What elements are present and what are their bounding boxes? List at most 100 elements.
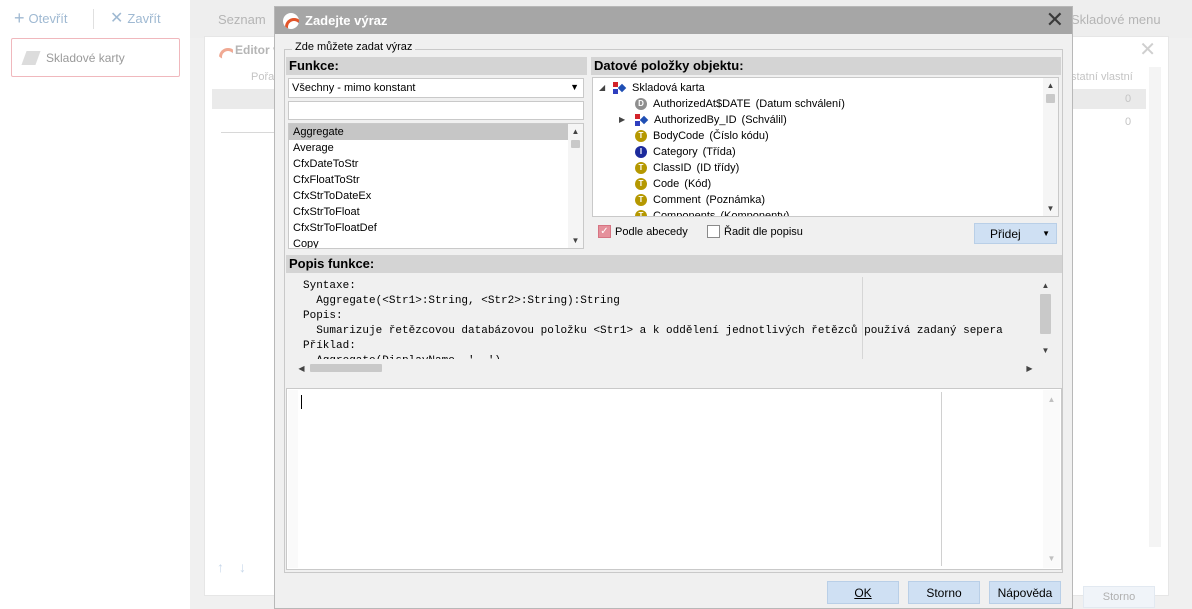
tree-item[interactable]: D AuthorizedAt$DATE (Datum schválení) — [599, 96, 1058, 112]
field-type-t-icon: T — [635, 130, 647, 142]
function-search-input[interactable] — [288, 101, 584, 120]
tree-item-desc: (Číslo kódu) — [709, 130, 769, 142]
functions-section: Funkce: Všechny - mimo konstant ▼ Aggreg… — [286, 57, 587, 251]
scroll-up-icon[interactable]: ▲ — [569, 125, 582, 138]
desc-scroll-up-icon[interactable]: ▲ — [1039, 279, 1052, 292]
object-icon — [613, 81, 627, 95]
help-button[interactable]: Nápověda — [989, 581, 1061, 604]
tree-item-name: AuthorizedAt$DATE — [653, 98, 751, 110]
tree-item[interactable]: T ClassID (ID třídy) — [599, 160, 1058, 176]
tree-children: D AuthorizedAt$DATE (Datum schválení) ▶ Auth… — [599, 96, 1058, 217]
desc-hscroll-thumb[interactable] — [310, 364, 382, 372]
sort-alpha-checkbox[interactable]: ✓ Podle abecedy — [598, 225, 688, 238]
tree-item[interactable]: T Comment (Poznámka) — [599, 192, 1058, 208]
field-type-t-icon: T — [635, 162, 647, 174]
desc-scroll-right-icon[interactable]: ▶ — [1023, 362, 1036, 375]
tree-item[interactable]: T BodyCode (Číslo kódu) — [599, 128, 1058, 144]
expression-editor[interactable]: ▲ ▼ — [286, 388, 1062, 570]
tree-root[interactable]: ◢ Skladová karta — [599, 80, 1058, 96]
function-list: Aggregate Average CfxDateToStr CfxFloatToSt… — [288, 123, 584, 249]
desc-vscroll-thumb[interactable] — [1040, 294, 1051, 334]
field-type-t-icon: T — [635, 194, 647, 206]
editor-scrollbar[interactable]: ▲ ▼ — [1043, 390, 1060, 568]
tree-item-desc: (Poznámka) — [705, 194, 765, 206]
tree-item[interactable]: I Category (Třída) — [599, 144, 1058, 160]
move-down-icon[interactable]: ↓ — [239, 559, 246, 575]
column-order: Pořa — [251, 71, 275, 83]
stock-cards-icon — [21, 50, 41, 65]
description-header: Popis funkce: — [286, 255, 1062, 273]
dialog-title-bar: Zadejte výraz ✕ — [275, 7, 1072, 34]
editor-close-icon[interactable]: ✕ — [1139, 37, 1156, 62]
description-line: Příklad: — [303, 340, 356, 352]
function-item[interactable]: CfxStrToFloat — [289, 204, 570, 220]
description-line: Popis: — [303, 310, 343, 322]
dialog-title: Zadejte výraz — [305, 13, 388, 28]
tree-content: ◢ Skladová karta D AuthorizedAt$DATE (Datu… — [593, 78, 1058, 217]
scroll-down-icon[interactable]: ▼ — [569, 234, 582, 247]
add-button[interactable]: Přidej ▼ — [974, 223, 1057, 244]
tree-item[interactable]: ▶ AuthorizedBy_ID (Schválil) — [599, 112, 1058, 128]
tree-item-name: Category — [653, 146, 698, 158]
editor-cancel-button[interactable]: Storno — [1083, 586, 1155, 608]
function-filter-select[interactable]: Všechny - mimo konstant ▼ — [288, 78, 584, 98]
close-button[interactable]: ✕ Zavřít — [110, 9, 161, 27]
column-custom: statní vlastní — [1071, 71, 1133, 83]
function-item[interactable]: CfxStrToFloatDef — [289, 220, 570, 236]
stock-cards-label: Skladové karty — [46, 50, 125, 65]
editor-scroll-down-icon[interactable]: ▼ — [1045, 552, 1058, 565]
editor-scroll-up-icon[interactable]: ▲ — [1045, 393, 1058, 406]
function-list-scrollbar[interactable]: ▲ ▼ — [568, 124, 583, 248]
function-item[interactable]: Aggregate — [289, 124, 570, 140]
stock-cards-tile[interactable]: Skladové karty — [11, 38, 180, 77]
tree-item-desc: (Kód) — [684, 178, 712, 190]
cancel-button[interactable]: Storno — [908, 581, 980, 604]
desc-scroll-down-icon[interactable]: ▼ — [1039, 344, 1052, 357]
field-type-t-icon: T — [635, 210, 647, 216]
move-up-icon[interactable]: ↑ — [217, 559, 224, 575]
close-label: Zavřít — [127, 10, 161, 26]
tree-scroll-thumb[interactable] — [1046, 94, 1055, 103]
tree-scroll-up-icon[interactable]: ▲ — [1044, 79, 1057, 92]
ok-button[interactable]: OK — [827, 581, 899, 604]
toolbar-divider — [93, 9, 94, 29]
tree-item[interactable]: T Components (Komponenty) — [599, 208, 1058, 217]
description-hscroll[interactable]: ◀ ▶ — [293, 361, 1038, 375]
open-label: Otevřít — [28, 10, 68, 26]
dialog-close-icon[interactable]: ✕ — [1046, 8, 1064, 32]
tree-scrollbar[interactable]: ▲ ▼ — [1043, 78, 1058, 216]
expand-icon[interactable]: ▶ — [619, 112, 635, 128]
functions-header: Funkce: — [286, 57, 587, 75]
tree-item-desc: (ID třídy) — [696, 162, 740, 174]
object-icon — [635, 113, 649, 127]
tree-scroll-down-icon[interactable]: ▼ — [1044, 202, 1057, 215]
function-item[interactable]: Copy — [289, 236, 570, 248]
checkbox-unchecked-icon — [707, 225, 720, 238]
editor-logo — [217, 43, 233, 59]
desc-scroll-left-icon[interactable]: ◀ — [295, 362, 308, 375]
function-item[interactable]: CfxDateToStr — [289, 156, 570, 172]
open-button[interactable]: + Otevřít — [14, 9, 68, 27]
tree-item-name: ClassID — [653, 162, 692, 174]
editor-scrollbar[interactable] — [1149, 67, 1161, 547]
tab-stock-menu[interactable]: Skladové menu — [1071, 12, 1161, 27]
description-vscroll[interactable]: ▲ ▼ — [1038, 277, 1054, 359]
scroll-thumb[interactable] — [571, 140, 580, 148]
add-dropdown-icon[interactable]: ▼ — [1042, 229, 1050, 238]
description-line: Aggregate(<Str1>:String, <Str2>:String):… — [303, 295, 620, 307]
sort-desc-checkbox[interactable]: Řadit dle popisu — [707, 225, 803, 238]
tab-list[interactable]: Seznam — [218, 12, 266, 27]
tree-item-desc: (Komponenty) — [720, 210, 790, 217]
function-item[interactable]: Average — [289, 140, 570, 156]
text-cursor — [301, 395, 302, 409]
function-item[interactable]: CfxStrToDateEx — [289, 188, 570, 204]
app-logo-icon — [283, 12, 299, 29]
collapse-icon[interactable]: ◢ — [599, 80, 613, 96]
function-item[interactable]: CfxFloatToStr — [289, 172, 570, 188]
data-items-tree: ◢ Skladová karta D AuthorizedAt$DATE (Datu… — [592, 77, 1059, 217]
checkbox-checked-icon: ✓ — [598, 225, 611, 238]
add-label: Přidej — [990, 226, 1021, 241]
grid-value-2: 0 — [1125, 116, 1132, 128]
tree-item[interactable]: T Code (Kód) — [599, 176, 1058, 192]
tree-root-label: Skladová karta — [632, 82, 705, 94]
